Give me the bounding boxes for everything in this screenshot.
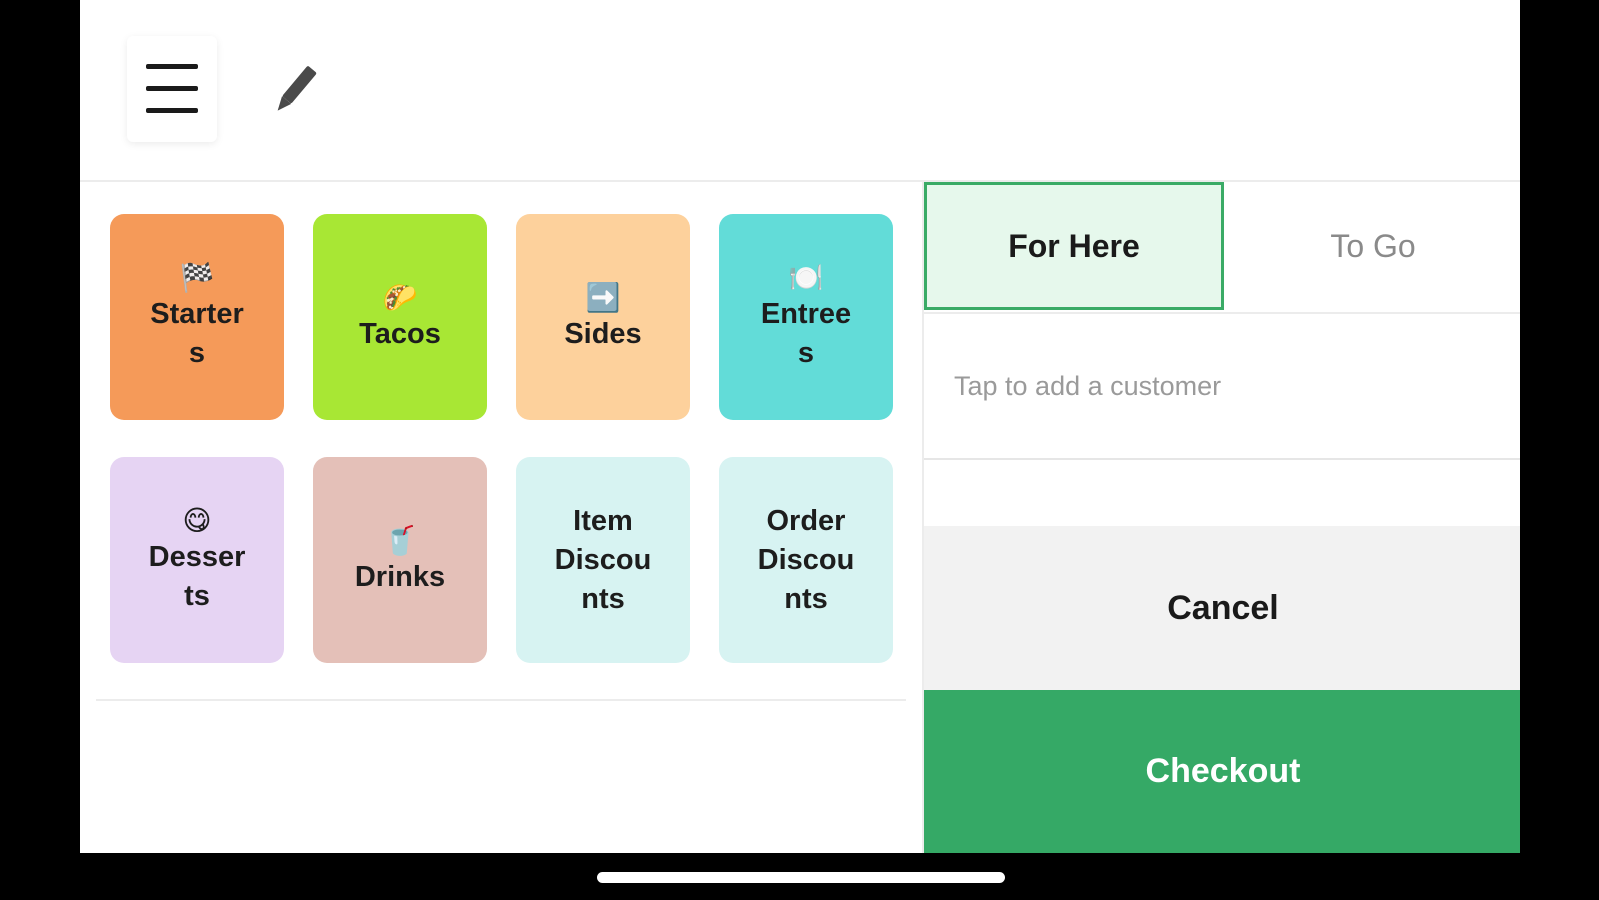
category-label: Drinks bbox=[354, 560, 446, 593]
category-tile-drinks[interactable]: 🥤 Drinks bbox=[313, 457, 487, 663]
pos-screen: 🏁 Starter s 🌮 Tacos ➡️ Sides 🍽️ Entree s… bbox=[80, 0, 1520, 853]
drink-cup-icon: 🥤 bbox=[382, 524, 418, 556]
dining-option-toggle: For Here To Go bbox=[924, 182, 1520, 314]
category-tile-sides[interactable]: ➡️ Sides bbox=[516, 214, 690, 420]
home-indicator[interactable] bbox=[597, 872, 1005, 883]
category-label: Item Discou nts bbox=[554, 504, 652, 615]
category-label: Starter s bbox=[150, 298, 244, 369]
category-grid: 🏁 Starter s 🌮 Tacos ➡️ Sides 🍽️ Entree s… bbox=[110, 214, 893, 663]
category-tile-tacos[interactable]: 🌮 Tacos bbox=[313, 214, 487, 420]
yum-face-icon: 😋 bbox=[182, 505, 212, 536]
top-bar bbox=[80, 0, 1520, 182]
edit-button[interactable] bbox=[260, 55, 330, 125]
category-label: Entree s bbox=[760, 298, 852, 369]
category-tile-order-discounts[interactable]: Order Discou nts bbox=[719, 457, 893, 663]
taco-icon: 🌮 bbox=[382, 281, 418, 313]
category-label: Desser ts bbox=[148, 541, 246, 612]
for-here-button[interactable]: For Here bbox=[924, 182, 1224, 310]
arrow-right-icon: ➡️ bbox=[585, 281, 621, 313]
category-tile-entrees[interactable]: 🍽️ Entree s bbox=[719, 214, 893, 420]
to-go-button[interactable]: To Go bbox=[1224, 182, 1520, 310]
hamburger-menu-icon bbox=[146, 64, 198, 114]
order-panel: For Here To Go Tap to add a customer Can… bbox=[922, 182, 1520, 853]
checkered-flag-icon: 🏁 bbox=[179, 262, 215, 293]
checkout-button[interactable]: Checkout bbox=[924, 690, 1520, 853]
category-label: Order Discou nts bbox=[757, 504, 855, 615]
category-label: Tacos bbox=[359, 317, 441, 350]
plate-icon: 🍽️ bbox=[788, 262, 824, 293]
category-label: Sides bbox=[564, 317, 642, 350]
category-tile-item-discounts[interactable]: Item Discou nts bbox=[516, 457, 690, 663]
divider bbox=[96, 699, 906, 701]
menu-button[interactable] bbox=[127, 36, 217, 142]
pencil-icon bbox=[277, 66, 317, 111]
category-tile-desserts[interactable]: 😋 Desser ts bbox=[110, 457, 284, 663]
menu-category-area: 🏁 Starter s 🌮 Tacos ➡️ Sides 🍽️ Entree s… bbox=[80, 182, 922, 853]
cancel-button[interactable]: Cancel bbox=[924, 526, 1520, 690]
add-customer-field[interactable]: Tap to add a customer bbox=[924, 314, 1520, 460]
category-tile-starters[interactable]: 🏁 Starter s bbox=[110, 214, 284, 420]
